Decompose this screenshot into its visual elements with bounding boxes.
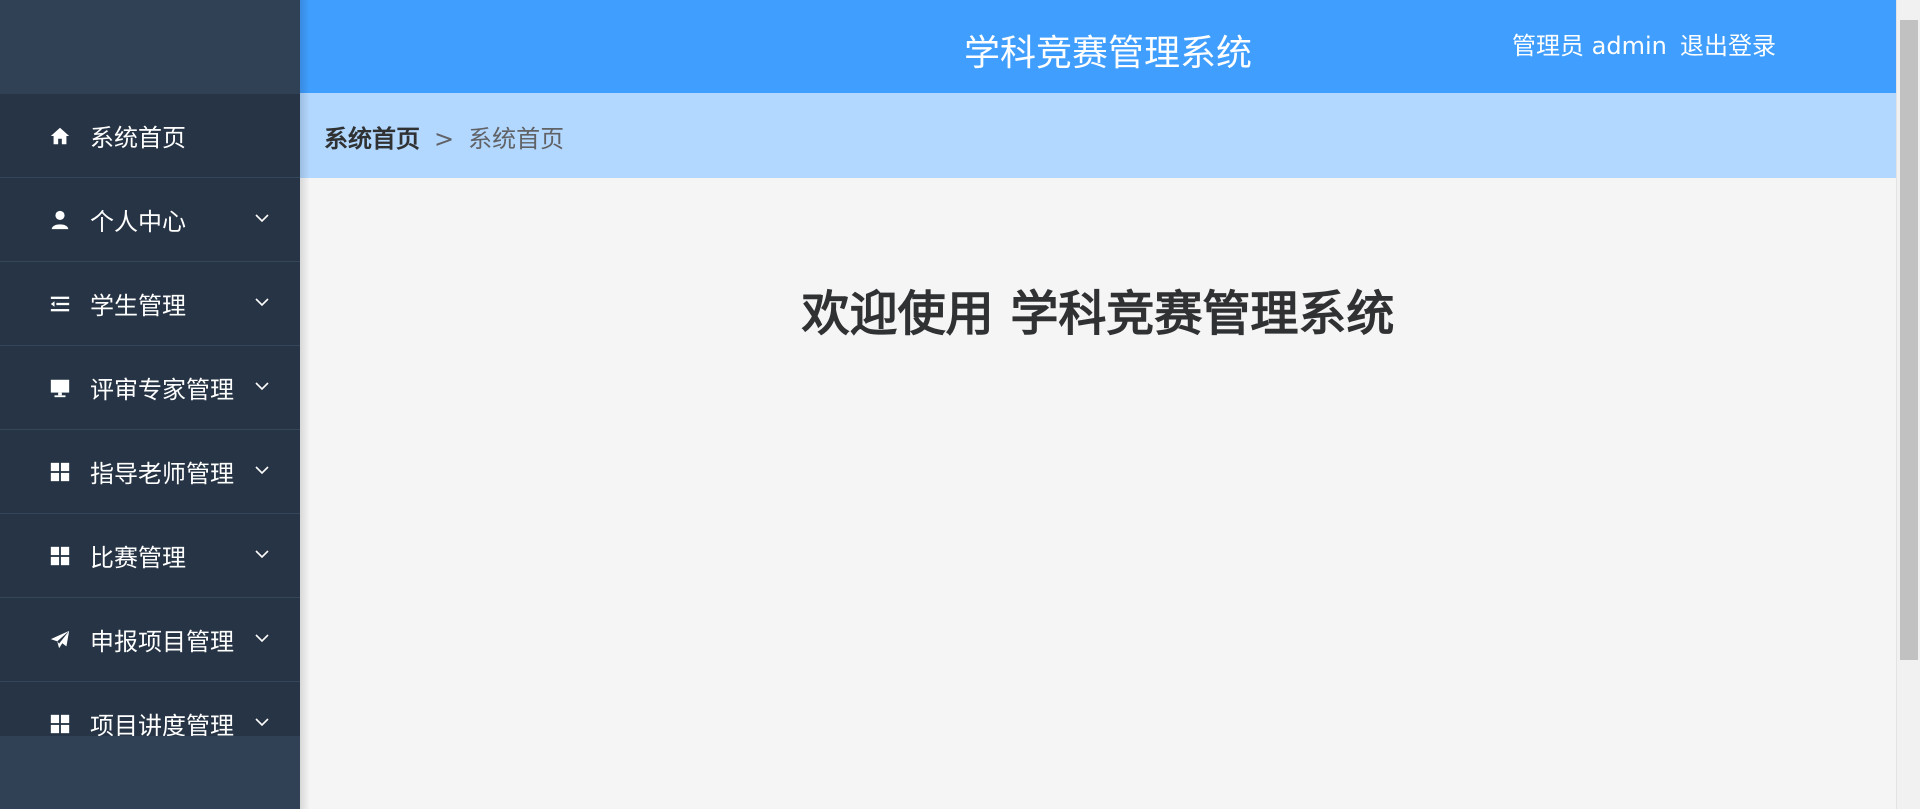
chevron-down-icon [252, 628, 272, 648]
main-content: 欢迎使用 学科竞赛管理系统 [300, 178, 1896, 809]
breadcrumb: 系统首页 > 系统首页 [324, 119, 564, 154]
grid-icon [48, 460, 72, 484]
chevron-down-icon [252, 544, 272, 564]
sidebar-item-experts[interactable]: 评审专家管理 [0, 346, 300, 430]
home-icon [48, 124, 72, 148]
chevron-down-icon [252, 712, 272, 732]
scrollbar-thumb[interactable] [1900, 20, 1918, 660]
welcome-heading: 欢迎使用 学科竞赛管理系统 [801, 286, 1395, 342]
sidebar-item-students[interactable]: 学生管理 [0, 262, 300, 346]
paper-plane-icon [48, 628, 72, 652]
grid-icon [48, 544, 72, 568]
sidebar-item-label: 系统首页 [90, 124, 186, 152]
chevron-down-icon [252, 208, 272, 228]
monitor-icon [48, 376, 72, 400]
chevron-down-icon [252, 376, 272, 396]
sidebar-item-label: 项目讲度管理 [90, 712, 234, 736]
sidebar: 系统首页 个人中心 学生管理 评审专家管理 指导老师管理 比赛管理 申报项目管理… [0, 0, 300, 809]
sidebar-footer [0, 736, 300, 809]
chevron-down-icon [252, 292, 272, 312]
list-icon [48, 292, 72, 316]
sidebar-item-teachers[interactable]: 指导老师管理 [0, 430, 300, 514]
sidebar-item-home[interactable]: 系统首页 [0, 94, 300, 178]
sidebar-item-label: 比赛管理 [90, 544, 186, 572]
sidebar-item-competitions[interactable]: 比赛管理 [0, 514, 300, 598]
page-scrollbar[interactable] [1896, 0, 1920, 809]
user-icon [48, 208, 72, 232]
sidebar-item-profile[interactable]: 个人中心 [0, 178, 300, 262]
sidebar-item-progress[interactable]: 项目讲度管理 [0, 682, 300, 736]
sidebar-item-projects[interactable]: 申报项目管理 [0, 598, 300, 682]
sidebar-item-label: 评审专家管理 [90, 376, 234, 404]
chevron-down-icon [252, 460, 272, 480]
sidebar-item-label: 个人中心 [90, 208, 186, 236]
sidebar-item-label: 申报项目管理 [90, 628, 234, 656]
sidebar-item-label: 学生管理 [90, 292, 186, 320]
breadcrumb-current: 系统首页 [468, 125, 565, 153]
breadcrumb-root-link[interactable]: 系统首页 [324, 125, 420, 153]
top-header: 学科竞赛管理系统 管理员 admin 退出登录 [300, 0, 1896, 93]
sidebar-logo-area [0, 0, 300, 94]
current-user-label: 管理员 admin [1512, 32, 1667, 60]
grid-icon [48, 712, 72, 736]
breadcrumb-bar: 系统首页 > 系统首页 [300, 93, 1896, 178]
sidebar-item-label: 指导老师管理 [90, 460, 234, 488]
sidebar-shadow [300, 0, 310, 809]
logout-link[interactable]: 退出登录 [1680, 26, 1776, 61]
sidebar-menu: 系统首页 个人中心 学生管理 评审专家管理 指导老师管理 比赛管理 申报项目管理… [0, 94, 300, 736]
breadcrumb-separator: > [434, 125, 455, 153]
